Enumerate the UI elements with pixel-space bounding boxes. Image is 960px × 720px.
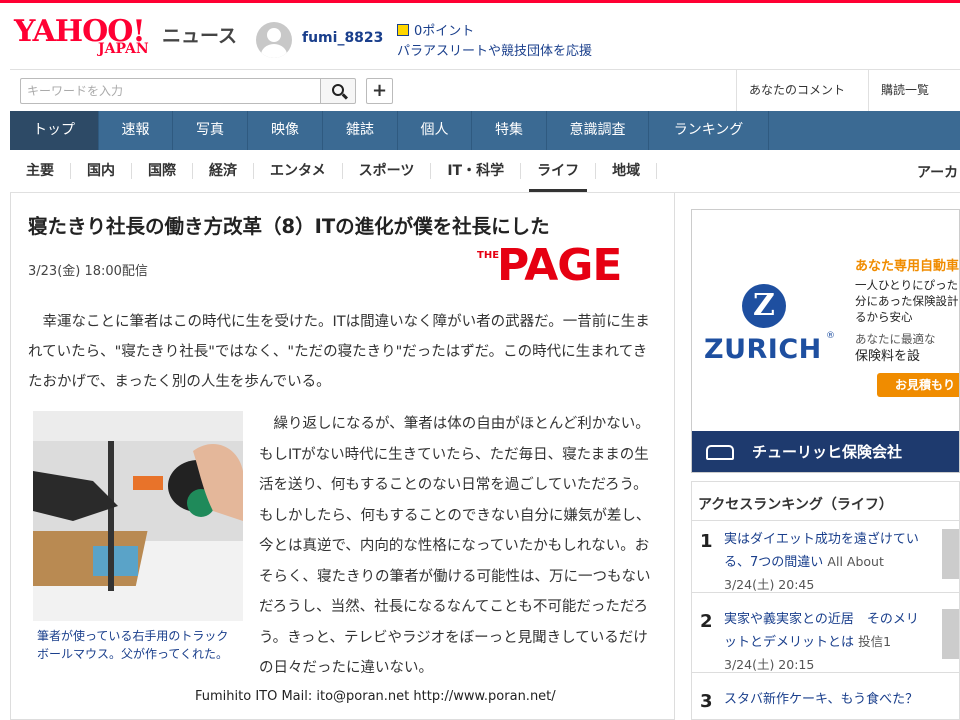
ad-company-name: チューリッヒ保険会社 (752, 443, 903, 461)
nav-feature[interactable]: 特集 (472, 111, 547, 150)
nav-ranking[interactable]: ランキング (649, 111, 769, 150)
ranking-number: 1 (700, 531, 713, 552)
site-header: YAHOO! JAPAN ニュース fumi_8823 0ポイント パラアスリー… (0, 0, 960, 68)
source-logo-the: THE (477, 250, 500, 261)
access-ranking: アクセスランキング（ライフ） 1 実はダイエット成功を遠ざけている、7つの間違い… (691, 481, 960, 720)
search-input[interactable] (21, 79, 320, 103)
nav-individual[interactable]: 個人 (398, 111, 472, 150)
source-logo[interactable]: THE PAGE (477, 240, 662, 291)
category-nav: 主要 国内 国際 経済 エンタメ スポーツ IT・科学 ライフ 地域 アーカ (10, 150, 960, 193)
tab-local[interactable]: 地域 (596, 163, 658, 179)
main-nav: トップ 速報 写真 映像 雑誌 個人 特集 意識調査 ランキング (10, 111, 960, 150)
search-button[interactable] (320, 78, 356, 104)
ranking-number: 3 (700, 691, 713, 712)
registered-mark: ® (826, 331, 835, 341)
ad-line-1: 一人ひとりにぴったり (855, 278, 960, 292)
t-point-icon (397, 24, 409, 36)
tab-international[interactable]: 国際 (132, 163, 193, 179)
tab-main[interactable]: 主要 (10, 163, 71, 179)
ranking-text: 実はダイエット成功を遠ざけている、7つの間違い All About 3/24(土… (724, 529, 929, 597)
ranking-item-3[interactable]: 3 スタバ新作ケーキ、もう食べた？ (692, 681, 959, 719)
article-panel: 寝たきり社長の働き方改革（8）ITの進化が僕を社長にした 3/23(金) 18:… (10, 193, 675, 720)
avatar[interactable] (256, 22, 292, 58)
tab-life[interactable]: ライフ (521, 163, 597, 192)
search-row: + あなたのコメント 購読一覧 (10, 69, 960, 111)
ranking-thumbnail[interactable] (942, 609, 959, 659)
article-paragraph-2: 繰り返しになるが、筆者は体の自由がほとんど利かない。もしITがない時代に生きてい… (259, 416, 651, 676)
search-box (20, 78, 320, 104)
article-date: 3/23(金) 18:00配信 (28, 264, 148, 279)
add-button[interactable]: + (366, 78, 393, 104)
ad-line-2: 分にあった保険設計 (855, 294, 959, 308)
author-watermark: Fumihito ITO Mail: ito@poran.net http://… (195, 689, 556, 704)
ad-title: あなた専用自動車 (855, 259, 960, 274)
search-icon (332, 84, 344, 96)
support-link[interactable]: パラアスリートや競技団体を応援 (397, 40, 592, 59)
tab-it-science[interactable]: IT・科学 (431, 163, 522, 179)
source-logo-page: PAGE (497, 240, 622, 291)
ranking-text: スタバ新作ケーキ、もう食べた？ (724, 689, 929, 711)
nav-video[interactable]: 映像 (248, 111, 323, 150)
points-text: 0ポイント (414, 24, 475, 39)
photo-caption[interactable]: 筆者が使っている右手用のトラックボールマウス。父が作ってくれた。 (37, 627, 237, 663)
tab-entertainment[interactable]: エンタメ (254, 163, 343, 179)
your-comments-link[interactable]: あなたのコメント (736, 70, 857, 111)
article-headline: 寝たきり社長の働き方改革（8）ITの進化が僕を社長にした (28, 215, 550, 238)
ranking-item-2[interactable]: 2 実家や義実家との近居 そのメリットとデメリットとは 投信1 3/24(土) … (692, 601, 959, 673)
ranking-number: 2 (700, 611, 713, 632)
article-photo[interactable] (33, 411, 243, 621)
logo-japan-text: JAPAN (98, 41, 149, 57)
ad-line-4: あなたに最適な (855, 332, 936, 346)
article-paragraph-1: 幸運なことに筆者はこの時代に生を受けた。ITは間違いなく障がい者の武器だ。一昔前… (28, 314, 650, 390)
points-link[interactable]: 0ポイント (397, 20, 474, 39)
tab-domestic[interactable]: 国内 (71, 163, 132, 179)
tab-archive[interactable]: アーカ (917, 162, 958, 182)
ranking-headline[interactable]: スタバ新作ケーキ、もう食べた？ (724, 692, 918, 707)
zurich-logo-icon: Z (742, 284, 786, 328)
quote-button[interactable]: お見積もり (877, 373, 959, 397)
car-icon (706, 445, 734, 460)
trackball-photo-image (33, 411, 243, 621)
ad-company-bar[interactable]: チューリッヒ保険会社 (692, 431, 959, 472)
nav-breaking[interactable]: 速報 (99, 111, 173, 150)
subscriptions-link[interactable]: 購読一覧 (868, 70, 960, 111)
zurich-brand-text: ZURICH (704, 334, 822, 365)
ranking-headline[interactable]: 実はダイエット成功を遠ざけている、7つの間違い (724, 532, 919, 570)
ranking-title: アクセスランキング（ライフ） (698, 497, 893, 513)
ranking-thumbnail[interactable] (942, 529, 959, 579)
nav-magazine[interactable]: 雑誌 (323, 111, 398, 150)
ranking-text: 実家や義実家との近居 そのメリットとデメリットとは 投信1 3/24(土) 20… (724, 609, 929, 677)
nav-photo[interactable]: 写真 (173, 111, 248, 150)
nav-poll[interactable]: 意識調査 (547, 111, 649, 150)
yahoo-news-logo[interactable]: YAHOO! JAPAN ニュース (14, 17, 237, 58)
tab-sports[interactable]: スポーツ (343, 163, 432, 179)
ad-line-3: るから安心 (855, 310, 913, 324)
tab-economy[interactable]: 経済 (193, 163, 254, 179)
zurich-ad[interactable]: Z ZURICH ® あなた専用自動車 一人ひとりにぴったり 分にあった保険設計… (691, 209, 960, 473)
ranking-item-1[interactable]: 1 実はダイエット成功を遠ざけている、7つの間違い All About 3/24… (692, 521, 959, 593)
logo-news-text: ニュース (162, 25, 238, 47)
ad-line-5: 保険料を設 (855, 349, 921, 364)
nav-top[interactable]: トップ (10, 111, 99, 150)
username-link[interactable]: fumi_8823 (302, 30, 383, 46)
